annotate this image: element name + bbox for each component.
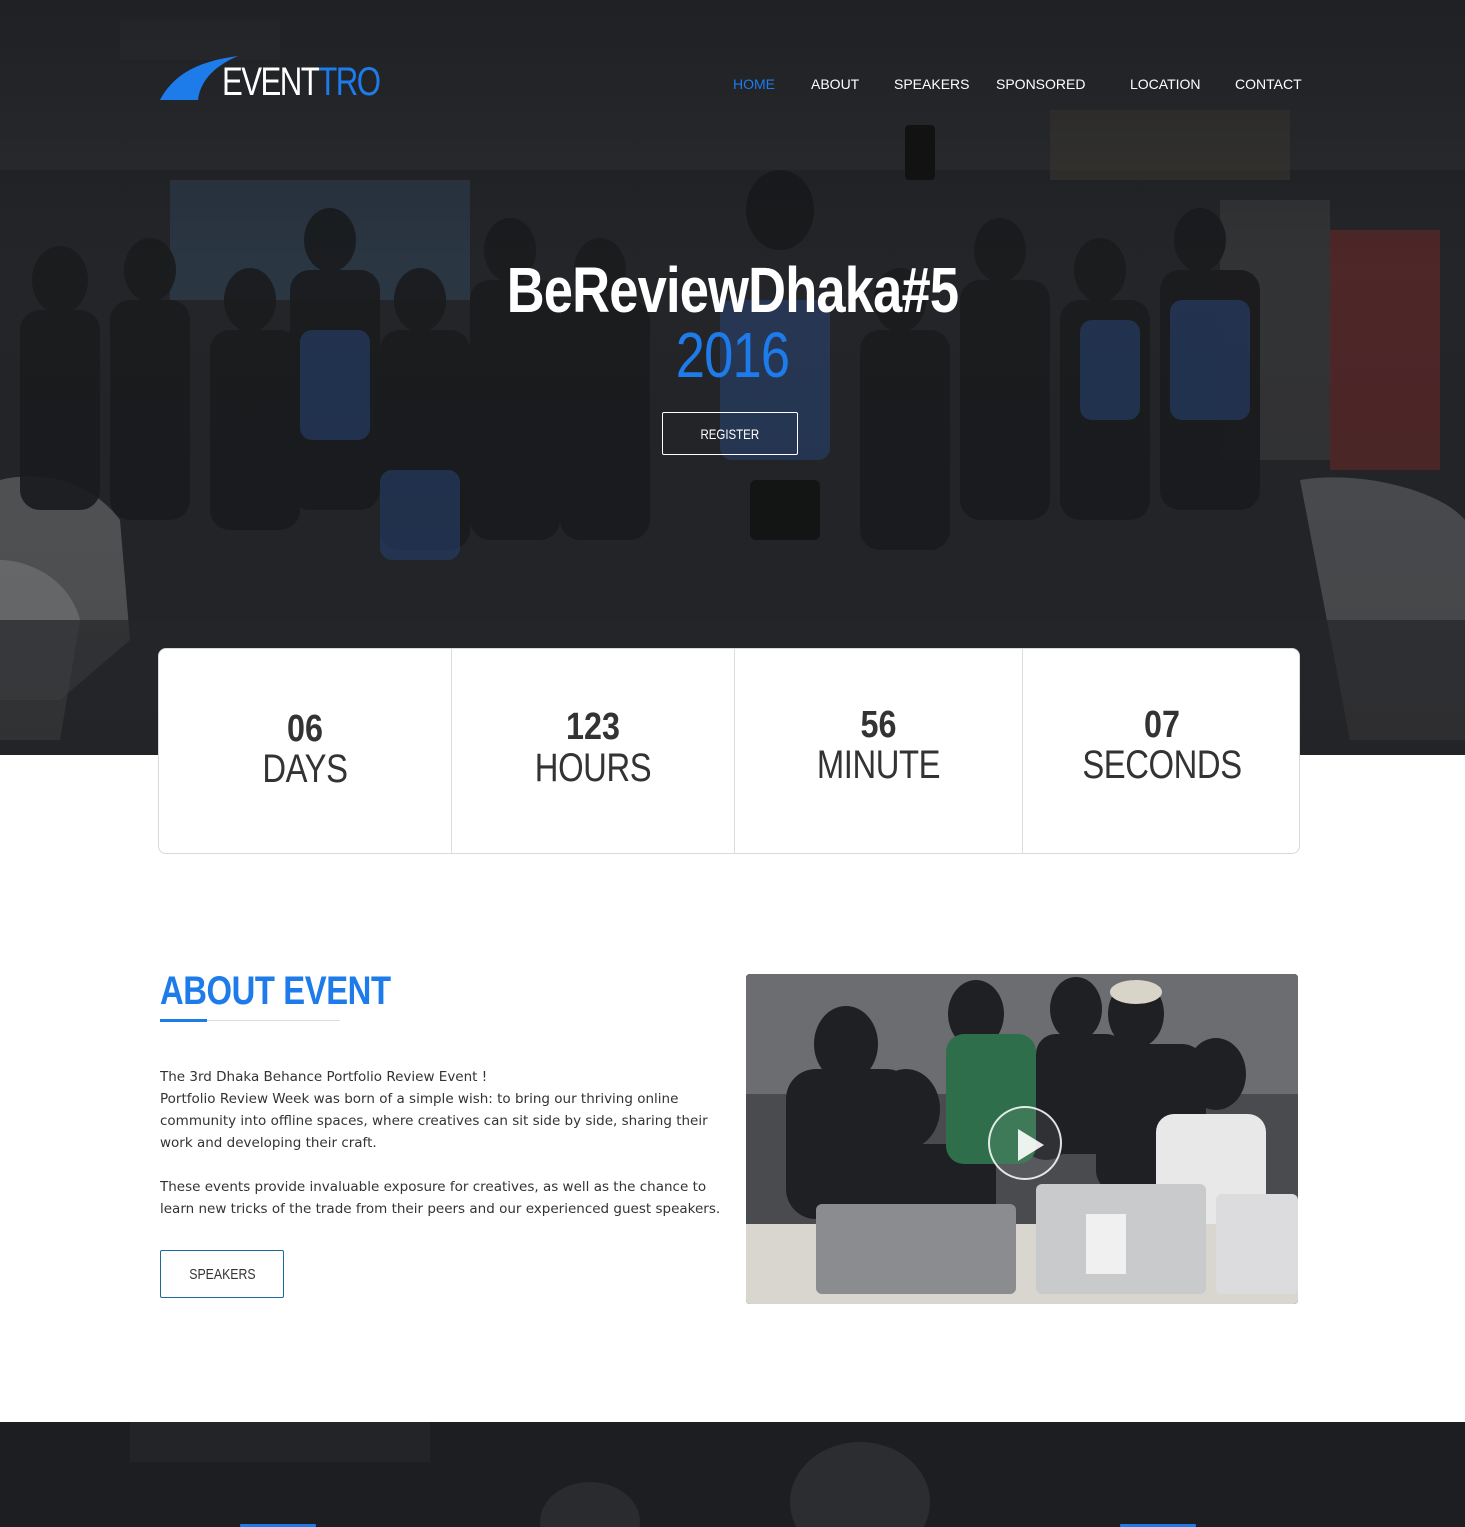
hero-section: EVENTTRO HOME ABOUT SPEAKERS SPONSORED L… — [0, 0, 1465, 755]
hero-year: 2016 — [675, 319, 790, 391]
main-nav: HOME ABOUT SPEAKERS SPONSORED LOCATION C… — [0, 76, 1465, 96]
countdown-panel: 06 DAYS 123 HOURS 56 MINUTE 07 SECONDS — [158, 648, 1300, 854]
speakers-button[interactable]: SPEAKERS — [160, 1250, 284, 1298]
nav-item-sponsored[interactable]: SPONSORED — [996, 76, 1085, 92]
nav-item-about[interactable]: ABOUT — [811, 76, 859, 92]
speakers-section-preview — [0, 1422, 1465, 1527]
about-paragraph-1: The 3rd Dhaka Behance Portfolio Review E… — [160, 1066, 730, 1154]
nav-item-contact[interactable]: CONTACT — [1235, 76, 1302, 92]
about-text: The 3rd Dhaka Behance Portfolio Review E… — [160, 1066, 730, 1220]
speakers-button-label: SPEAKERS — [188, 1265, 256, 1283]
countdown-minutes-value: 56 — [860, 704, 897, 746]
countdown-seconds-value: 07 — [1144, 704, 1180, 746]
nav-item-location[interactable]: LOCATION — [1130, 76, 1201, 92]
about-paragraph-2: These events provide invaluable exposure… — [160, 1179, 721, 1217]
countdown-minutes: 56 MINUTE — [735, 649, 1023, 853]
countdown-days-label: DAYS — [262, 747, 348, 791]
about-intro-line: The 3rd Dhaka Behance Portfolio Review E… — [160, 1069, 488, 1085]
countdown-days: 06 DAYS — [159, 649, 452, 853]
about-divider-accent — [160, 1019, 207, 1022]
register-button-label: REGISTER — [700, 425, 760, 442]
nav-item-home[interactable]: HOME — [733, 76, 775, 92]
countdown-minutes-label: MINUTE — [816, 743, 941, 787]
play-icon[interactable] — [988, 1106, 1062, 1180]
register-button[interactable]: REGISTER — [662, 412, 798, 455]
play-triangle — [1018, 1129, 1044, 1161]
countdown-hours: 123 HOURS — [452, 649, 735, 853]
countdown-hours-value: 123 — [566, 706, 620, 748]
nav-item-speakers[interactable]: SPEAKERS — [894, 76, 969, 92]
countdown-hours-label: HOURS — [534, 746, 652, 790]
countdown-seconds-label: SECONDS — [1082, 743, 1242, 787]
about-title: ABOUT EVENT — [160, 969, 391, 1013]
countdown-seconds: 07 SECONDS — [1023, 649, 1299, 853]
hero-title: BeReviewDhaka#5 — [506, 254, 959, 326]
speakers-background-photo — [0, 1422, 1465, 1527]
about-intro-body: Portfolio Review Week was born of a simp… — [160, 1091, 708, 1151]
countdown-days-value: 06 — [287, 708, 323, 750]
